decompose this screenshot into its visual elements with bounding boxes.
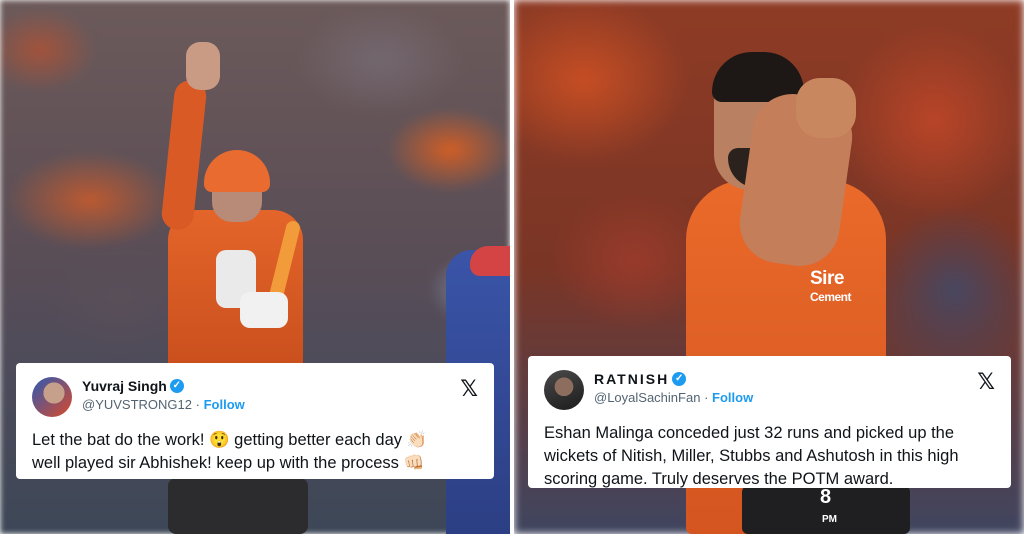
separator: · (195, 397, 200, 412)
handle-row: @YUVSTRONG12 · Follow (82, 397, 245, 412)
handle[interactable]: @YUVSTRONG12 (82, 397, 192, 412)
display-name[interactable]: Yuvraj Singh (82, 378, 167, 394)
batting-glove-second (240, 292, 288, 328)
tweet-header: RATNISH ✓ @LoyalSachinFan · Follow 𝕏 (544, 368, 995, 412)
tweet-author: Yuvraj Singh ✓ @YUVSTRONG12 · Follow (82, 378, 245, 412)
batter-hand (186, 42, 220, 90)
tweet-text-line: Eshan Malinga conceded just 32 runs and … (544, 424, 955, 442)
left-photo-panel: Yuvraj Singh ✓ @YUVSTRONG12 · Follow 𝕏 L… (0, 0, 510, 534)
x-logo-icon[interactable]: 𝕏 (460, 377, 478, 402)
avatar[interactable] (32, 377, 72, 417)
sponsor-line: Cement (810, 290, 852, 304)
tweet-text-line: Let the bat do the work! 😲 getting bette… (32, 431, 428, 449)
separator: · (704, 390, 709, 405)
tweet-text: Eshan Malinga conceded just 32 runs and … (544, 422, 995, 491)
tweet-text-line: wickets of Nitish, Miller, Stubbs and As… (544, 447, 959, 465)
right-photo-panel: Sire Cement 8 PM RATNISH ✓ @LoyalSachinF… (514, 0, 1024, 534)
handle[interactable]: @LoyalSachinFan (594, 390, 700, 405)
jersey-sponsor-logo: Sire Cement (810, 268, 852, 306)
follow-button[interactable]: Follow (712, 390, 753, 405)
follow-button[interactable]: Follow (204, 397, 245, 412)
tweet-text-line: well played sir Abhishek! keep up with t… (32, 454, 424, 472)
tweet-card[interactable]: RATNISH ✓ @LoyalSachinFan · Follow 𝕏 Esh… (528, 356, 1011, 488)
avatar[interactable] (544, 370, 584, 410)
tweet-text: Let the bat do the work! 😲 getting bette… (32, 429, 478, 475)
handle-row: @LoyalSachinFan · Follow (594, 390, 753, 405)
x-logo-icon[interactable]: 𝕏 (977, 370, 995, 395)
tweet-text-line: scoring game. Truly deserves the POTM aw… (544, 470, 894, 488)
display-name[interactable]: RATNISH (594, 371, 669, 387)
verified-badge-icon: ✓ (672, 372, 687, 386)
verified-badge-icon: ✓ (169, 379, 184, 393)
tweet-card[interactable]: Yuvraj Singh ✓ @YUVSTRONG12 · Follow 𝕏 L… (16, 363, 494, 479)
display-name-row: Yuvraj Singh ✓ (82, 378, 245, 394)
bowler-fist (796, 78, 856, 138)
display-name-row: RATNISH ✓ (594, 371, 753, 387)
jersey-initials: PM (822, 514, 837, 525)
tweet-author: RATNISH ✓ @LoyalSachinFan · Follow (594, 371, 753, 405)
opponent-helmet (470, 246, 510, 276)
sponsor-line: Sire (810, 268, 844, 289)
tweet-header: Yuvraj Singh ✓ @YUVSTRONG12 · Follow 𝕏 (32, 375, 478, 419)
batter-pads (168, 478, 308, 534)
